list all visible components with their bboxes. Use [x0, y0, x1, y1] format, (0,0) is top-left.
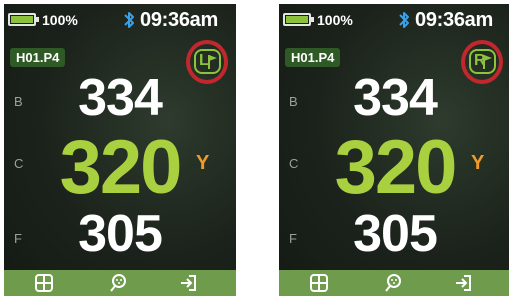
clock: 09:36am	[415, 9, 493, 31]
hole-badge: H01.P4	[285, 48, 341, 67]
grid-icon[interactable]	[34, 273, 54, 293]
status-bar: 100% 09:36am	[279, 4, 509, 42]
gps-screen-right: 100% 09:36am H01.P4 R B C F 334 320 305 …	[279, 4, 509, 296]
bottom-toolbar	[279, 270, 509, 296]
exit-icon[interactable]	[178, 273, 198, 293]
front-distance: 305	[353, 205, 438, 263]
battery-percentage: 100%	[42, 12, 78, 28]
distance-unit: Y	[471, 152, 485, 174]
hole-badge: H01.P4	[10, 48, 66, 67]
grid-icon[interactable]	[309, 273, 329, 293]
golf-ball-icon[interactable]	[108, 273, 128, 293]
bottom-toolbar	[4, 270, 236, 296]
battery-icon	[283, 13, 314, 26]
gps-screen-left: 100% 09:36am H01.P4 L B C F 334 320 305 …	[4, 4, 236, 296]
status-bar: 100% 09:36am	[4, 4, 236, 42]
back-distance: 334	[78, 69, 163, 127]
bluetooth-icon	[124, 12, 134, 28]
clock: 09:36am	[140, 9, 218, 31]
exit-icon[interactable]	[453, 273, 473, 293]
distance-unit: Y	[196, 152, 210, 174]
battery-icon	[8, 13, 39, 26]
battery-percentage: 100%	[317, 12, 353, 28]
bluetooth-icon	[399, 12, 409, 28]
golf-ball-icon[interactable]	[383, 273, 403, 293]
front-distance: 305	[78, 205, 163, 263]
back-distance: 334	[353, 69, 438, 127]
